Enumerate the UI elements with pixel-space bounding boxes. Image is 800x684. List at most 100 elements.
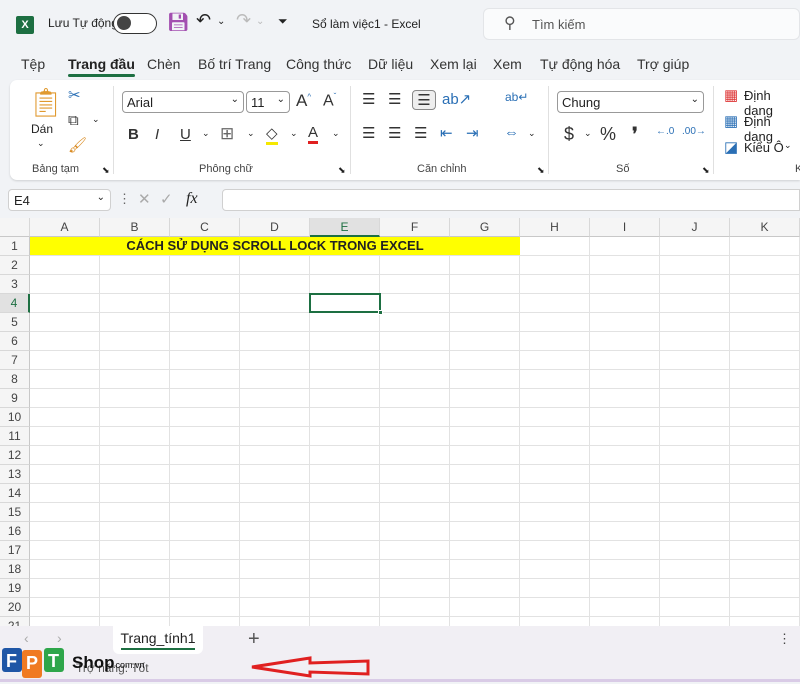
add-sheet-button[interactable]: + — [248, 628, 260, 651]
row-header[interactable]: 5 — [0, 313, 30, 332]
selected-cell-e4[interactable] — [309, 293, 383, 315]
row-header[interactable]: 1 — [0, 237, 30, 256]
column-header[interactable]: A — [30, 218, 100, 237]
row-header[interactable]: 9 — [0, 389, 30, 408]
tab-data[interactable]: Dữ liệu — [368, 56, 413, 72]
fill-handle[interactable] — [378, 310, 383, 315]
number-launcher-icon[interactable]: ⬊ — [702, 165, 710, 176]
copy-icon[interactable]: ⧉ — [68, 112, 79, 129]
align-center-icon[interactable]: ☰ — [388, 124, 401, 142]
row-header[interactable]: 3 — [0, 275, 30, 294]
italic-button[interactable]: I — [155, 126, 159, 143]
tab-home[interactable]: Trang đầu — [68, 56, 135, 77]
column-header[interactable]: G — [450, 218, 520, 237]
column-header[interactable]: J — [660, 218, 730, 237]
more-sheets-icon[interactable]: ⋮ — [778, 631, 791, 647]
align-right-icon[interactable]: ☰ — [414, 124, 427, 142]
cell-styles-button[interactable]: Kiểu Ô — [744, 140, 784, 155]
row-header[interactable]: 11 — [0, 427, 30, 446]
font-name-select[interactable]: Arial ⌄ — [122, 91, 244, 113]
increase-decimal-icon[interactable]: ←.0 — [656, 126, 674, 137]
row-header[interactable]: 16 — [0, 522, 30, 541]
fill-color-icon[interactable]: ◇ — [266, 124, 278, 145]
bold-button[interactable]: B — [128, 126, 139, 143]
spreadsheet-grid[interactable]: A B C D E F G H I J K 1 2 3 4 5 6 7 8 9 10 11 12 13 14 15 16 17 18 19… — [0, 218, 800, 636]
cell-styles-icon[interactable]: ◪ — [724, 138, 738, 156]
redo-icon[interactable]: ↷ — [236, 10, 251, 31]
align-top-icon[interactable]: ☰ — [362, 90, 375, 108]
row-header[interactable]: 7 — [0, 351, 30, 370]
tab-view[interactable]: Xem — [493, 56, 522, 72]
underline-dropdown-icon[interactable]: ⌄ — [202, 128, 210, 139]
number-format-select[interactable]: Chung ⌄ — [557, 91, 704, 113]
column-header[interactable]: D — [240, 218, 310, 237]
insert-function-button[interactable]: fx — [186, 190, 198, 208]
merge-center-icon[interactable]: ⇔ — [504, 124, 519, 141]
column-header[interactable]: H — [520, 218, 590, 237]
formula-input[interactable] — [222, 189, 800, 211]
clipboard-launcher-icon[interactable]: ⬊ — [102, 165, 110, 176]
column-header[interactable]: C — [170, 218, 240, 237]
tab-help[interactable]: Trợ giúp — [637, 56, 689, 72]
row-header[interactable]: 18 — [0, 560, 30, 579]
undo-icon[interactable]: ↶ — [196, 10, 211, 31]
autosave-toggle[interactable] — [113, 13, 157, 34]
row-header[interactable]: 10 — [0, 408, 30, 427]
row-header[interactable]: 15 — [0, 503, 30, 522]
redo-dropdown-icon[interactable]: ⌄ — [256, 16, 264, 27]
alignment-launcher-icon[interactable]: ⬊ — [537, 165, 545, 176]
font-color-dropdown-icon[interactable]: ⌄ — [332, 128, 340, 139]
currency-dropdown-icon[interactable]: ⌄ — [584, 128, 592, 139]
select-all-corner[interactable] — [0, 218, 30, 237]
save-icon[interactable]: 💾︎ — [167, 12, 190, 33]
search-box[interactable]: ⚲ Tìm kiếm — [483, 8, 800, 40]
align-bottom-icon[interactable]: ☰ — [412, 90, 436, 110]
row-header[interactable]: 6 — [0, 332, 30, 351]
row-header[interactable]: 14 — [0, 484, 30, 503]
cut-icon[interactable]: ✂ — [68, 86, 81, 104]
column-header[interactable]: B — [100, 218, 170, 237]
wrap-text-icon[interactable]: ab↵ — [505, 90, 528, 104]
paste-dropdown-icon[interactable]: ⌄ — [37, 138, 45, 149]
tab-automate[interactable]: Tự động hóa — [540, 56, 620, 72]
cancel-icon[interactable]: ✕ — [138, 190, 151, 208]
tab-formulas[interactable]: Công thức — [286, 56, 351, 72]
format-painter-icon[interactable]: 🖌︎ — [68, 136, 87, 154]
borders-dropdown-icon[interactable]: ⌄ — [247, 128, 255, 139]
row-header[interactable]: 20 — [0, 598, 30, 617]
borders-icon[interactable]: ⊞ — [220, 124, 234, 144]
row-header[interactable]: 13 — [0, 465, 30, 484]
column-header[interactable]: K — [730, 218, 800, 237]
align-left-icon[interactable]: ☰ — [362, 124, 375, 142]
percent-button[interactable]: % — [600, 124, 616, 145]
row-header[interactable]: 2 — [0, 256, 30, 275]
column-header[interactable]: I — [590, 218, 660, 237]
decrease-indent-icon[interactable]: ⇤ — [440, 124, 453, 142]
row-header[interactable]: 12 — [0, 446, 30, 465]
row-header[interactable]: 17 — [0, 541, 30, 560]
row-header[interactable]: 4 — [0, 294, 30, 313]
row-header[interactable]: 19 — [0, 579, 30, 598]
font-color-icon[interactable]: A — [308, 124, 319, 144]
font-size-select[interactable]: 11 ⌄ — [246, 91, 290, 113]
currency-button[interactable]: $ — [564, 124, 574, 145]
decrease-font-icon[interactable]: Aˇ — [323, 92, 336, 110]
conditional-format-icon[interactable]: ▦ — [724, 86, 738, 104]
tab-review[interactable]: Xem lại — [430, 56, 477, 72]
increase-indent-icon[interactable]: ⇥ — [466, 124, 479, 142]
comma-style-button[interactable]: ❜ — [632, 124, 638, 145]
tab-page-layout[interactable]: Bố trí Trang — [198, 56, 271, 72]
increase-font-icon[interactable]: A^ — [296, 91, 311, 111]
fill-color-dropdown-icon[interactable]: ⌄ — [290, 128, 298, 139]
tab-insert[interactable]: Chèn — [147, 56, 180, 72]
name-box[interactable]: E4 ⌄ — [8, 189, 111, 211]
row-header[interactable]: 8 — [0, 370, 30, 389]
enter-icon[interactable]: ✓ — [160, 190, 173, 208]
copy-dropdown-icon[interactable]: ⌄ — [92, 114, 100, 125]
cell-styles-dropdown-icon[interactable]: ⌄ — [784, 140, 792, 151]
column-header[interactable]: E — [310, 218, 380, 237]
orientation-icon[interactable]: ab↗ — [442, 90, 471, 108]
paste-icon[interactable]: 📋︎ — [28, 86, 64, 119]
merge-dropdown-icon[interactable]: ⌄ — [528, 128, 536, 139]
underline-button[interactable]: U — [180, 126, 191, 143]
